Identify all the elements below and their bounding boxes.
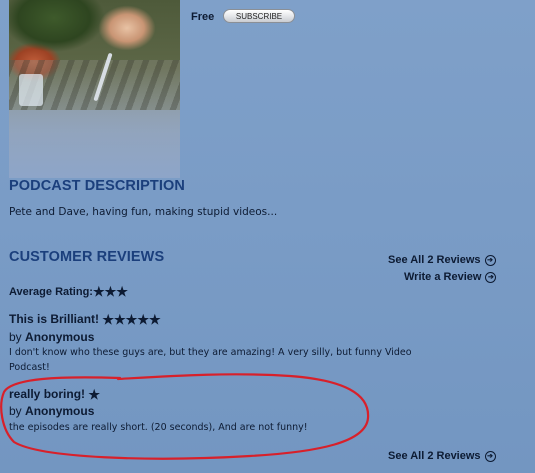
average-rating: Average Rating:★★★ (9, 284, 128, 300)
review-body: I don't know who these guys are, but the… (9, 345, 509, 375)
circled-right-arrow-icon: ➔ (484, 450, 496, 462)
average-rating-label: Average Rating: (9, 286, 93, 298)
subscribe-button[interactable]: SUBSCRIBE (223, 9, 295, 23)
podcast-description-heading: PODCAST DESCRIPTION (9, 178, 185, 194)
see-all-reviews-label: See All 2 Reviews (388, 254, 481, 266)
podcast-description-text: Pete and Dave, having fun, making stupid… (9, 206, 278, 218)
red-annotation-ellipse (0, 373, 370, 460)
review-title-text: This is Brilliant! (9, 312, 100, 326)
see-all-reviews-label: See All 2 Reviews (388, 450, 481, 462)
review-author: by Anonymous (9, 330, 94, 344)
artwork-reflection (9, 110, 180, 178)
price-label: Free (191, 11, 215, 23)
circled-right-arrow-icon: ➔ (484, 254, 496, 266)
average-rating-stars: ★★★ (92, 284, 128, 299)
review-rating-stars: ★★★★★ (102, 312, 161, 327)
see-all-reviews-link-bottom[interactable]: See All 2 Reviews ➔ (388, 450, 496, 462)
review-title: This is Brilliant! ★★★★★ (9, 312, 161, 328)
circled-right-arrow-icon: ➔ (485, 271, 497, 283)
review-by-prefix: by (9, 330, 22, 344)
customer-reviews-heading: CUSTOMER REVIEWS (9, 249, 165, 265)
artwork-glass (19, 74, 43, 106)
review-body-line: I don't know who these guys are, but the… (9, 347, 412, 358)
podcast-artwork (9, 0, 180, 178)
write-review-link[interactable]: Write a Review ➔ (404, 271, 497, 283)
write-review-label: Write a Review (404, 271, 482, 283)
see-all-reviews-link-top[interactable]: See All 2 Reviews ➔ (388, 254, 496, 266)
review-author-name: Anonymous (25, 330, 95, 344)
